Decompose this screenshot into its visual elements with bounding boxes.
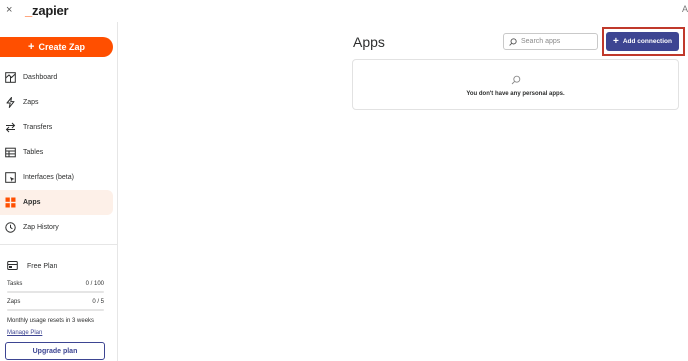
plus-icon: + xyxy=(613,36,619,47)
top-bar: × _zapier A xyxy=(0,0,688,22)
search-apps-input[interactable]: Search apps xyxy=(503,33,598,50)
empty-apps-card: You don't have any personal apps. xyxy=(352,59,679,110)
sidebar-item-label: Zaps xyxy=(23,99,39,106)
tasks-usage: Tasks 0 / 100 xyxy=(7,281,104,293)
zaps-label: Zaps xyxy=(7,299,21,305)
empty-state-text: You don't have any personal apps. xyxy=(466,91,565,97)
plan-panel: Free Plan Tasks 0 / 100 Zaps 0 / 5 Month… xyxy=(0,244,117,361)
sidebar-item-label: Tables xyxy=(23,149,44,156)
create-zap-button[interactable]: + Create Zap xyxy=(0,37,113,57)
search-placeholder: Search apps xyxy=(521,38,561,45)
logo-underscore: _ xyxy=(25,3,33,18)
add-connection-button[interactable]: + Add connection xyxy=(606,32,679,51)
sidebar: + Create Zap Dashboard Zaps Transfers Ta… xyxy=(0,22,118,361)
zapier-logo[interactable]: _zapier xyxy=(25,3,69,18)
zaps-usage: Zaps 0 / 5 xyxy=(7,299,104,311)
tasks-value: 0 / 100 xyxy=(85,281,104,287)
create-zap-label: Create Zap xyxy=(38,42,85,52)
account-menu-edge[interactable]: A xyxy=(682,4,688,14)
logo-text: zapier xyxy=(32,3,69,18)
search-icon xyxy=(509,37,517,46)
tasks-label: Tasks xyxy=(7,281,23,287)
zaps-value: 0 / 5 xyxy=(92,299,104,305)
plan-header: Free Plan xyxy=(7,260,57,273)
sidebar-item-label: Dashboard xyxy=(23,74,58,81)
upgrade-plan-button[interactable]: Upgrade plan xyxy=(5,342,105,360)
usage-reset-text: Monthly usage resets in 3 weeks xyxy=(7,318,95,324)
dashboard-icon xyxy=(5,72,16,83)
sidebar-item-zaps[interactable]: Zaps xyxy=(0,90,113,115)
zap-icon xyxy=(5,97,16,108)
sidebar-item-label: Zap History xyxy=(23,224,59,231)
sidebar-item-tables[interactable]: Tables xyxy=(0,140,113,165)
sidebar-item-dashboard[interactable]: Dashboard xyxy=(0,65,113,90)
sidebar-item-transfers[interactable]: Transfers xyxy=(0,115,113,140)
transfers-icon xyxy=(5,122,16,133)
plan-icon xyxy=(7,260,18,273)
sidebar-item-label: Apps xyxy=(23,199,41,206)
add-connection-label: Add connection xyxy=(622,38,672,45)
history-icon xyxy=(5,222,16,233)
tables-icon xyxy=(5,147,16,158)
sidebar-nav: Dashboard Zaps Transfers Tables Interfac… xyxy=(0,65,113,246)
sidebar-item-label: Transfers xyxy=(23,124,53,131)
apps-icon xyxy=(5,197,16,208)
zaps-progress-bar xyxy=(7,309,104,311)
tasks-progress-bar xyxy=(7,291,104,293)
sidebar-item-interfaces[interactable]: Interfaces (beta) xyxy=(0,165,113,190)
sidebar-item-apps[interactable]: Apps xyxy=(0,190,113,215)
manage-plan-link[interactable]: Manage Plan xyxy=(7,330,42,336)
page-title: Apps xyxy=(353,34,385,50)
plus-icon: + xyxy=(28,41,35,53)
sidebar-item-zap-history[interactable]: Zap History xyxy=(0,215,113,240)
close-icon[interactable]: × xyxy=(6,4,12,16)
sidebar-item-label: Interfaces (beta) xyxy=(23,174,74,181)
plan-name: Free Plan xyxy=(27,263,58,270)
search-icon xyxy=(511,72,521,90)
interfaces-icon xyxy=(5,172,16,183)
